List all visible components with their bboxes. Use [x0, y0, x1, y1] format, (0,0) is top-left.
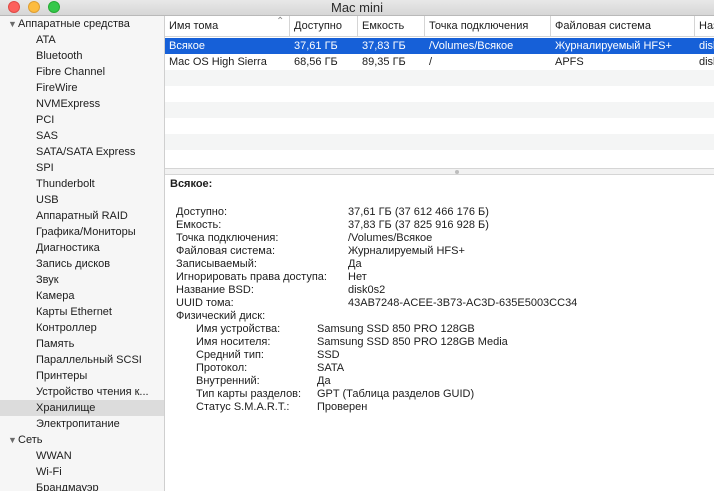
sidebar-item[interactable]: Графика/Мониторы: [0, 224, 164, 240]
detail-label: Внутренний:: [196, 375, 260, 387]
detail-value: SATA: [317, 362, 345, 374]
sidebar-item[interactable]: Аппаратный RAID: [0, 208, 164, 224]
detail-value: 43AB7248-ACEE-3B73-AC3D-635E5003CC34: [348, 297, 578, 309]
detail-label: Протокол:: [196, 362, 248, 374]
detail-label: Имя устройства:: [196, 323, 281, 335]
table-cell: Всякое: [169, 40, 205, 52]
detail-value: Проверен: [317, 401, 368, 413]
divider-handle-icon[interactable]: [455, 170, 459, 174]
sidebar-item[interactable]: SATA/SATA Express: [0, 144, 164, 160]
detail-value: Да: [317, 375, 331, 387]
sidebar-item[interactable]: FireWire: [0, 80, 164, 96]
table-row: [165, 70, 714, 86]
split-view-divider[interactable]: [165, 168, 714, 175]
detail-value: Samsung SSD 850 PRO 128GB: [317, 323, 475, 335]
physical-disk-label: Физический диск:: [176, 310, 266, 322]
table-row: [165, 150, 714, 166]
sidebar-item[interactable]: Камера: [0, 288, 164, 304]
sidebar-item[interactable]: Хранилище: [0, 400, 164, 416]
table-cell: Журналируемый HFS+: [555, 40, 672, 52]
sidebar-group-hardware[interactable]: ▼Аппаратные средства: [0, 16, 164, 32]
sort-ascending-icon[interactable]: ⌃: [276, 16, 708, 27]
detail-value: Журналируемый HFS+: [348, 245, 465, 257]
column-header[interactable]: Имя тома: [165, 16, 290, 36]
window-title: Mac mini: [330, 0, 383, 15]
detail-label: Точка подключения:: [176, 232, 279, 244]
table-row: [165, 86, 714, 102]
sidebar-item[interactable]: Fibre Channel: [0, 64, 164, 80]
detail-label: Игнорировать права доступа:: [176, 271, 327, 283]
detail-label: Средний тип:: [196, 349, 264, 361]
sidebar-item[interactable]: Звук: [0, 272, 164, 288]
sidebar-item[interactable]: SAS: [0, 128, 164, 144]
table-row[interactable]: Всякое 37,61 ГБ 37,83 ГБ/Volumes/Всякое Жур…: [165, 38, 714, 54]
table-row: [165, 134, 714, 150]
detail-value: Да: [348, 258, 362, 270]
table-row: [165, 118, 714, 134]
table-cell: 37,83 ГБ: [362, 40, 406, 52]
sidebar-item[interactable]: Устройство чтения к...: [0, 384, 164, 400]
table-cell: /: [429, 56, 433, 68]
detail-value: Нет: [348, 271, 367, 283]
detail-pane: Всякое: Доступно: 37,61 ГБ (37 612 466 17…: [165, 175, 714, 491]
sidebar-item[interactable]: NVMExpress: [0, 96, 164, 112]
sidebar-item[interactable]: Брандмауэр: [0, 480, 164, 491]
sidebar-item[interactable]: Электропитание: [0, 416, 164, 432]
sidebar-item[interactable]: Принтеры: [0, 368, 164, 384]
sidebar-item[interactable]: Диагностика: [0, 240, 164, 256]
sidebar-item[interactable]: Thunderbolt: [0, 176, 164, 192]
sidebar-item[interactable]: WWAN: [0, 448, 164, 464]
table-cell: APFS: [555, 56, 584, 68]
sidebar-group-label: Сеть: [18, 434, 43, 446]
sidebar-item[interactable]: Контроллер: [0, 320, 164, 336]
table-cell: disk: [699, 40, 714, 52]
sidebar-group-network[interactable]: ▼Сеть: [0, 432, 164, 448]
detail-label: UUID тома:: [176, 297, 234, 309]
detail-value: disk0s2: [348, 284, 386, 296]
sidebar-item[interactable]: SPI: [0, 160, 164, 176]
disclosure-triangle-down-icon[interactable]: ▼: [8, 432, 18, 448]
detail-title: Всякое:: [170, 178, 213, 190]
sidebar-item[interactable]: Запись дисков: [0, 256, 164, 272]
table-row: [165, 102, 714, 118]
sidebar-item[interactable]: Bluetooth: [0, 48, 164, 64]
title-bar: Mac mini: [0, 0, 714, 16]
detail-label: Название BSD:: [176, 284, 254, 296]
table-row[interactable]: Mac OS High Sierra 68,56 ГБ 89,35 ГБ / APFS d…: [165, 54, 714, 70]
detail-label: Доступно:: [176, 206, 228, 218]
detail-label: Тип карты разделов:: [196, 388, 302, 400]
table-cell: 37,61 ГБ: [294, 40, 338, 52]
sidebar-item[interactable]: Карты Ethernet: [0, 304, 164, 320]
detail-label: Имя носителя:: [196, 336, 271, 348]
sidebar-item[interactable]: ATA: [0, 32, 164, 48]
detail-value: GPT (Таблица разделов GUID): [317, 388, 475, 400]
sidebar-item[interactable]: USB: [0, 192, 164, 208]
table-cell: 89,35 ГБ: [362, 56, 406, 68]
detail-label: Статус S.M.A.R.T.:: [196, 401, 290, 413]
detail-value: 37,83 ГБ (37 825 916 928 Б): [348, 219, 489, 231]
detail-value: 37,61 ГБ (37 612 466 176 Б): [348, 206, 489, 218]
table-cell: disk: [699, 56, 714, 68]
sidebar-item[interactable]: Параллельный SCSI: [0, 352, 164, 368]
detail-value: SSD: [317, 349, 340, 361]
table-header: Имя тома Доступно Емкость Точка подключения…: [165, 16, 714, 37]
disclosure-triangle-down-icon[interactable]: ▼: [8, 16, 18, 32]
sidebar-item[interactable]: Wi-Fi: [0, 464, 164, 480]
table-cell: /Volumes/Всякое: [429, 40, 514, 52]
sidebar-group-label: Аппаратные средства: [18, 18, 130, 30]
table-cell: 68,56 ГБ: [294, 56, 338, 68]
detail-label: Файловая система:: [176, 245, 276, 257]
sidebar-item[interactable]: Память: [0, 336, 164, 352]
volumes-table: Имя тома Доступно Емкость Точка подключения…: [165, 16, 714, 168]
sidebar: ▼Аппаратные средства ATA Bluetooth Fibre C…: [0, 16, 165, 491]
detail-label: Емкость:: [176, 219, 222, 231]
detail-value: Samsung SSD 850 PRO 128GB Media: [317, 336, 508, 348]
detail-label: Записываемый:: [176, 258, 257, 270]
detail-value: /Volumes/Всякое: [348, 232, 433, 244]
sidebar-item[interactable]: PCI: [0, 112, 164, 128]
table-cell: Mac OS High Sierra: [169, 56, 267, 68]
